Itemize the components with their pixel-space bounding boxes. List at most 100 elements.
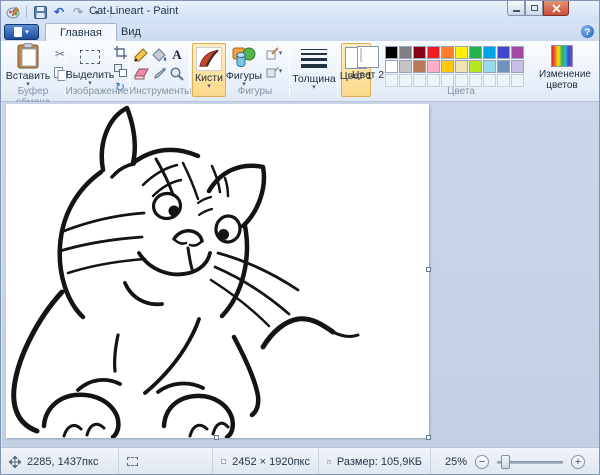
palette-color[interactable] xyxy=(511,46,524,59)
save-button[interactable] xyxy=(32,4,48,20)
palette-color[interactable] xyxy=(413,60,426,73)
minimize-icon xyxy=(513,10,520,12)
outline-icon xyxy=(266,47,279,60)
palette-color[interactable] xyxy=(385,46,398,59)
shapes-icon xyxy=(232,47,256,69)
palette-color[interactable] xyxy=(399,46,412,59)
palette-color[interactable] xyxy=(455,60,468,73)
cut-button[interactable]: ✂ xyxy=(51,46,69,62)
group-label-shapes: Фигуры xyxy=(223,86,287,97)
paste-clipboard-icon xyxy=(17,43,39,69)
color-palette xyxy=(385,46,537,88)
title-bar: ↶ ↷ ▾ Cat-Lineart - Paint xyxy=(1,1,599,23)
brush-icon xyxy=(196,47,222,71)
chevron-down-icon: ▾ xyxy=(279,69,283,74)
text-tool-icon: A xyxy=(172,47,181,63)
canvas-resize-handle-bottom[interactable] xyxy=(214,435,219,440)
palette-icon xyxy=(6,5,20,19)
crop-icon xyxy=(114,46,127,59)
color2-button[interactable]: Цвет 2 xyxy=(353,43,383,97)
line-thickness-icon xyxy=(301,49,327,68)
chevron-down-icon: ▾ xyxy=(207,84,211,89)
brushes-button[interactable]: Кисти ▾ xyxy=(192,43,226,97)
pencil-icon xyxy=(134,48,148,62)
palette-color[interactable] xyxy=(441,46,454,59)
undo-button[interactable]: ↶ xyxy=(51,4,67,20)
edit-colors-button[interactable]: Изменение цветов xyxy=(539,43,585,91)
drawing-canvas[interactable] xyxy=(6,104,429,438)
help-button[interactable]: ? xyxy=(581,25,594,38)
redo-button[interactable]: ↷ xyxy=(70,4,86,20)
palette-color[interactable] xyxy=(511,60,524,73)
image-size-value: 2452 × 1920пкс xyxy=(232,456,310,468)
app-menu-button[interactable]: ▾ xyxy=(4,24,39,40)
cursor-position-value: 2285, 1437пкс xyxy=(27,456,98,468)
color2-swatch xyxy=(357,46,379,68)
file-size-cell: Размер: 105,9КБ xyxy=(319,448,431,475)
color2-label: Цвет 2 xyxy=(351,70,385,81)
paint-app-icon[interactable] xyxy=(5,4,21,20)
magnifier-tool-button[interactable] xyxy=(168,65,186,83)
minimize-button[interactable] xyxy=(507,1,525,16)
zoom-slider[interactable] xyxy=(497,455,563,469)
fill-bucket-icon xyxy=(152,48,167,62)
crop-button[interactable] xyxy=(111,44,129,60)
qat-separator xyxy=(26,6,27,18)
selection-size-icon xyxy=(127,457,138,466)
close-button[interactable] xyxy=(543,1,569,16)
palette-color[interactable] xyxy=(427,46,440,59)
palette-color[interactable] xyxy=(385,60,398,73)
zoom-level-value: 25% xyxy=(445,456,467,468)
shape-outline-button[interactable]: ▾ xyxy=(262,45,286,61)
group-label-tools: Инструменты xyxy=(129,86,189,97)
chevron-down-icon: ▾ xyxy=(312,85,316,90)
edit-colors-icon xyxy=(551,45,573,67)
file-size-value: Размер: 105,9КБ xyxy=(337,456,422,468)
chevron-down-icon: ▾ xyxy=(25,28,29,36)
palette-color[interactable] xyxy=(483,60,496,73)
size-button[interactable]: Толщина ▾ xyxy=(293,43,335,97)
eraser-tool-button[interactable] xyxy=(132,65,150,83)
palette-color[interactable] xyxy=(483,46,496,59)
zoom-out-button[interactable]: − xyxy=(475,455,489,469)
cursor-position-cell: 2285, 1437пкс xyxy=(1,448,119,475)
shape-fill-button[interactable]: ▾ xyxy=(262,63,286,79)
image-size-icon xyxy=(221,456,226,467)
palette-color[interactable] xyxy=(427,60,440,73)
text-tool-button[interactable]: A xyxy=(168,46,186,64)
fill-tool-button[interactable] xyxy=(150,46,168,64)
resize-icon xyxy=(114,64,127,77)
ribbon-tab-row: ▾ Главная Вид ? xyxy=(1,23,599,41)
fill-style-icon xyxy=(266,65,279,78)
palette-color[interactable] xyxy=(455,46,468,59)
maximize-button[interactable] xyxy=(525,1,543,16)
zoom-in-button[interactable]: + xyxy=(571,455,585,469)
select-icon xyxy=(80,50,100,64)
pencil-tool-button[interactable] xyxy=(132,46,150,64)
palette-color[interactable] xyxy=(399,60,412,73)
canvas-resize-handle-corner[interactable] xyxy=(426,435,431,440)
palette-color[interactable] xyxy=(469,60,482,73)
window-title: Cat-Lineart - Paint xyxy=(89,5,178,17)
resize-button[interactable] xyxy=(111,62,129,78)
palette-color[interactable] xyxy=(497,46,510,59)
app-menu-icon xyxy=(14,27,22,37)
zoom-slider-thumb[interactable] xyxy=(501,455,510,469)
tab-view[interactable]: Вид xyxy=(107,23,155,41)
group-separator xyxy=(189,45,190,97)
group-label-image: Изображение xyxy=(65,86,129,97)
file-size-icon xyxy=(327,456,331,468)
palette-color[interactable] xyxy=(469,46,482,59)
palette-color[interactable] xyxy=(441,60,454,73)
group-separator xyxy=(337,45,338,97)
palette-color[interactable] xyxy=(413,46,426,59)
group-label-colors: Цвета xyxy=(385,86,537,97)
ribbon: Вставить ▾ ✂ Буфер обмена Выделить ▾ xyxy=(1,41,599,102)
cursor-position-icon xyxy=(9,456,21,468)
canvas-resize-handle-right[interactable] xyxy=(426,267,431,272)
cat-lineart-drawing xyxy=(6,104,429,438)
palette-color[interactable] xyxy=(497,60,510,73)
eraser-icon xyxy=(134,68,149,80)
chevron-down-icon: ▾ xyxy=(279,51,283,56)
color-picker-tool-button[interactable] xyxy=(150,65,168,83)
